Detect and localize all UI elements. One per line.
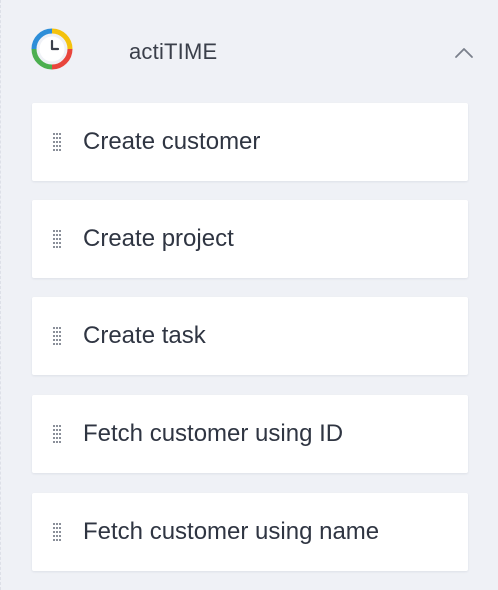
- action-card-create-task[interactable]: Create task: [32, 297, 468, 375]
- drag-handle-icon[interactable]: [53, 133, 64, 151]
- chevron-up-icon: [455, 48, 473, 58]
- action-label: Create task: [83, 322, 206, 349]
- drag-handle-icon[interactable]: [53, 327, 64, 345]
- action-label: Fetch customer using ID: [83, 420, 344, 447]
- app-header[interactable]: actiTIME: [1, 0, 498, 100]
- collapse-button[interactable]: [449, 38, 479, 68]
- action-card-create-customer[interactable]: Create customer: [32, 103, 468, 181]
- app-actions-panel: actiTIME Create customer Create project …: [0, 0, 498, 590]
- drag-handle-icon[interactable]: [53, 523, 64, 541]
- action-card-fetch-customer-id[interactable]: Fetch customer using ID: [32, 395, 468, 473]
- action-label: Create customer: [83, 128, 261, 155]
- action-label: Create project: [83, 225, 234, 252]
- drag-handle-icon[interactable]: [53, 425, 64, 443]
- drag-handle-icon[interactable]: [53, 230, 64, 248]
- action-label: Fetch customer using name: [83, 518, 380, 545]
- action-card-fetch-customer-name[interactable]: Fetch customer using name: [32, 493, 468, 571]
- action-card-create-project[interactable]: Create project: [32, 200, 468, 278]
- app-title: actiTIME: [129, 39, 218, 64]
- actitime-clock-icon: [31, 28, 73, 70]
